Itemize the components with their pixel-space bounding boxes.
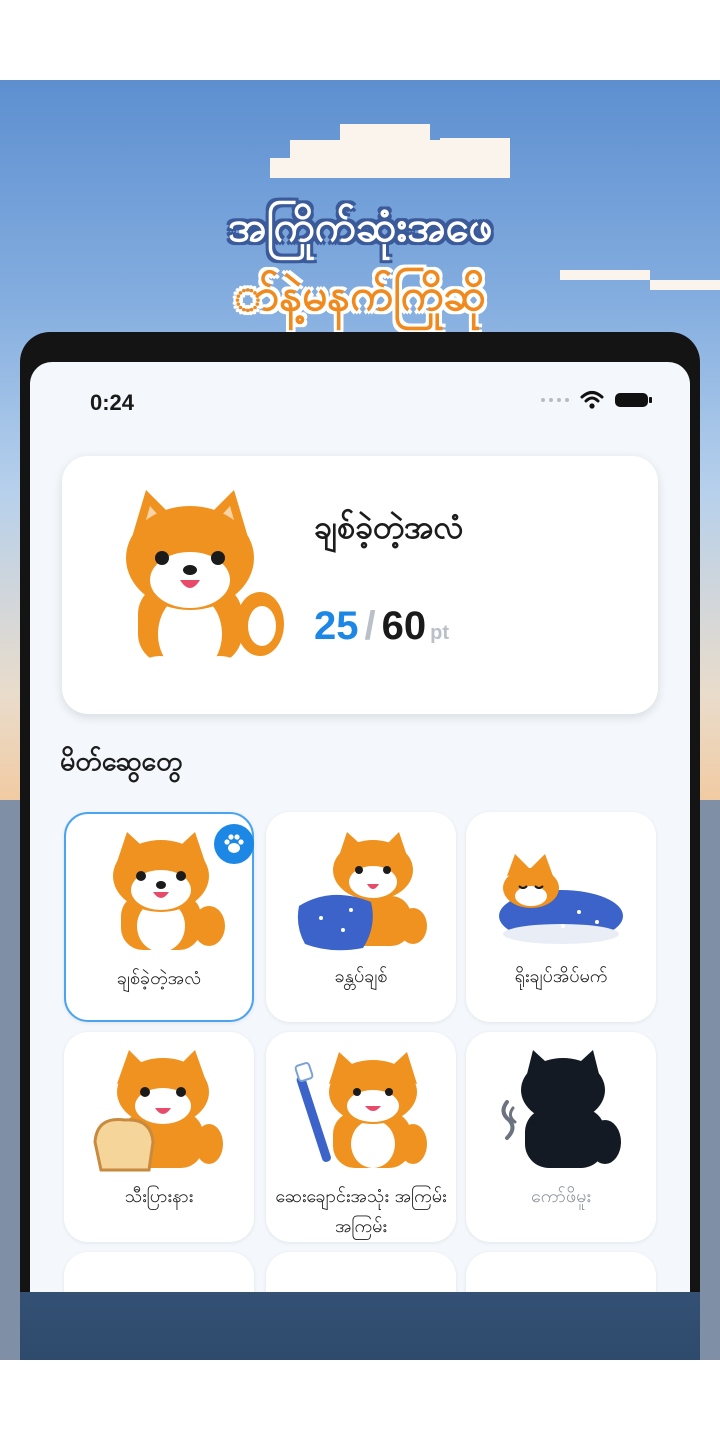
locked-silhouette-icon xyxy=(501,1050,621,1168)
friend-tile[interactable] xyxy=(466,1252,656,1292)
points-display: 25/60 pt xyxy=(314,604,449,649)
friend-tile[interactable]: ရိုးချပ်အိပ်မက် xyxy=(466,812,656,1022)
app-screen: 0:24 ချစ်ခဲ့တဲ့အလံ 25 / 60 pt မိတ်ဆွေတွေ… xyxy=(30,362,690,1292)
points-unit: pt xyxy=(430,622,450,644)
friend-tile[interactable]: ခန္တပ်ချစ် xyxy=(266,812,456,1022)
friend-tile[interactable]: သီးပြားနား xyxy=(64,1032,254,1242)
points-total: 60 xyxy=(381,604,427,648)
shiba-with-pillow-icon xyxy=(297,832,427,951)
headline-line-2: ာ်နဲ့မနက်ကြိုဆို xyxy=(233,270,487,321)
points-separator: / xyxy=(364,604,376,648)
shiba-dog-icon xyxy=(113,832,225,952)
shiba-dog-illustration xyxy=(126,490,284,676)
friend-tile-locked[interactable]: ကော်ဖိမူး xyxy=(466,1032,656,1242)
status-time: 0:24 xyxy=(90,390,135,415)
current-pet-name: ချစ်ခဲ့တဲ့အလံ xyxy=(314,508,464,546)
headline-line-1: အကြိုက်ဆုံးအဖေ xyxy=(227,202,493,251)
shiba-with-bread-icon xyxy=(93,1050,223,1172)
current-pet-card: ချစ်ခဲ့တဲ့အလံ 25/60 pt xyxy=(62,456,658,714)
friend-tile[interactable]: ချစ်ခဲ့တဲ့အလံ xyxy=(64,812,254,1022)
shiba-with-toothbrush-icon xyxy=(294,1052,427,1168)
friend-label: ခန္တပ်ချစ် xyxy=(334,966,388,987)
points-current: 25 xyxy=(314,604,359,648)
friends-section-title: မိတ်ဆွေတွေ xyxy=(60,746,183,777)
friend-tile[interactable]: ဆေးချောင်းအသုံး အကြမ်းအကြမ်း xyxy=(266,1032,456,1242)
friend-label: ဆေးချောင်းအသုံး အကြမ်းအကြမ်း xyxy=(275,1186,447,1237)
friend-tile[interactable] xyxy=(266,1252,456,1292)
wifi-icon xyxy=(580,391,604,409)
phone-frame: 0:24 ချစ်ခဲ့တဲ့အလံ 25 / 60 pt မိတ်ဆွေတွေ… xyxy=(20,332,700,1292)
shiba-sleeping-blanket-icon xyxy=(499,854,623,944)
friend-label: ရိုးချပ်အိပ်မက် xyxy=(514,966,608,987)
status-bar: 0:24 xyxy=(30,362,690,452)
friend-tile[interactable] xyxy=(64,1252,254,1292)
signal-dots-icon xyxy=(541,398,569,402)
paw-badge-icon xyxy=(214,824,254,864)
friend-label: ချစ်ခဲ့တဲ့အလံ xyxy=(116,968,202,989)
battery-icon xyxy=(615,393,652,407)
friend-label: ကော်ဖိမူး xyxy=(531,1186,591,1207)
friend-label: သီးပြားနား xyxy=(124,1186,194,1207)
